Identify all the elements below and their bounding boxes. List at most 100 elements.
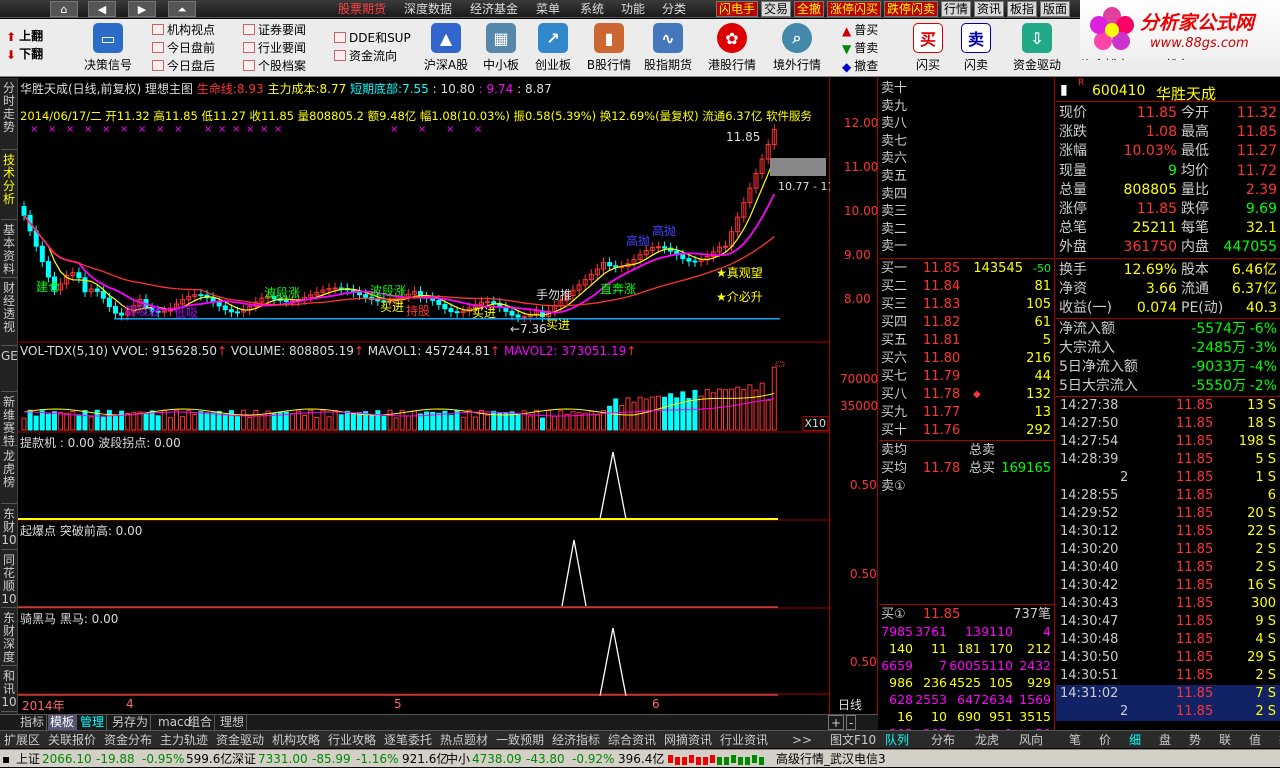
right-tab[interactable]: 联 — [1219, 732, 1231, 748]
func-tab[interactable]: 综合资讯 — [608, 732, 656, 748]
page-down-button[interactable]: ⬇ 下翻 — [6, 45, 43, 63]
ask-row[interactable]: 卖六 — [879, 150, 1055, 168]
hk-stocks-button[interactable]: ✿ 港股行情 — [706, 23, 758, 73]
ask-row[interactable]: 卖四 — [879, 186, 1055, 204]
tab-intraday[interactable]: 分时走势 — [1, 80, 17, 150]
link-institution-view[interactable]: 机构视点 — [152, 21, 215, 39]
link-securities-news[interactable]: 证券要闻 — [243, 21, 306, 39]
bid-row[interactable]: 买九 11.77 13 — [879, 404, 1055, 422]
ask-row[interactable]: 卖三 — [879, 203, 1055, 221]
tab-save-as[interactable]: 另存为 — [110, 715, 152, 730]
func-tab[interactable]: 逐笔委托 — [384, 732, 432, 748]
sell1-queue-row[interactable]: 卖① — [879, 478, 1055, 496]
tab-ideal[interactable]: 理想 — [218, 715, 248, 730]
bid-row[interactable]: 买八 11.78 132 ◆ — [879, 386, 1055, 404]
tick-row[interactable]: 14:28:39 11.85 5 S — [1056, 451, 1280, 469]
normal-buy-button[interactable]: ▲ 普买 — [842, 21, 878, 39]
tick-row[interactable]: 2 11.85 2 S — [1056, 703, 1280, 721]
func-tab[interactable]: >> — [792, 732, 812, 748]
fund-drive-button[interactable]: ⇩ 资金驱动 — [1010, 23, 1064, 73]
ask-row[interactable]: 卖九 — [879, 98, 1055, 116]
tick-row[interactable]: 14:29:52 11.85 20 S — [1056, 505, 1280, 523]
func-tab[interactable]: 机构攻略 — [272, 732, 320, 748]
cancel-all-button[interactable]: 全撤 — [794, 1, 825, 17]
tab-template[interactable]: 模板 — [48, 715, 78, 730]
link-industry-news[interactable]: 行业要闻 — [243, 39, 306, 57]
tab-dragon-tiger[interactable]: 龙虎榜 — [1, 448, 17, 504]
func-tab[interactable]: 资金分布 — [104, 732, 152, 748]
tick-row[interactable]: 14:30:43 11.85 300 — [1056, 595, 1280, 613]
tab-indicator[interactable]: 指标 — [18, 715, 48, 730]
shsz-a-shares-button[interactable]: ▲ 沪深A股 — [422, 23, 470, 73]
menu-category[interactable]: 分类 — [662, 1, 686, 17]
func-tab[interactable]: 资金驱动 — [216, 732, 264, 748]
tick-row[interactable]: 14:30:51 11.85 2 S — [1056, 667, 1280, 685]
tick-row[interactable]: 2 11.85 1 S — [1056, 469, 1280, 487]
index-button[interactable]: 板指 — [1007, 1, 1038, 17]
bid-row[interactable]: 买六 11.80 216 — [879, 350, 1055, 368]
decision-signal-button[interactable]: ▭ 决策信号 — [82, 23, 134, 73]
bid-row[interactable]: 买二 11.84 81 — [879, 278, 1055, 296]
right-tab[interactable]: 队列 — [885, 732, 909, 748]
link-stock-profile[interactable]: 个股档案 — [243, 57, 306, 75]
menu-economy-fund[interactable]: 经济基金 — [470, 1, 518, 17]
tab-finance[interactable]: 财经透视 — [1, 280, 17, 346]
link-today-premarket[interactable]: 今日盘前 — [152, 39, 215, 57]
bid-row[interactable]: 买一 11.85 143545 -50 — [879, 260, 1055, 278]
flash-hand-button[interactable]: 闪电手 — [716, 1, 759, 17]
menu-system[interactable]: 系统 — [580, 1, 604, 17]
flash-sell-button[interactable]: 卖闪卖 — [954, 23, 998, 73]
bid-row[interactable]: 买十 11.76 292 — [879, 422, 1055, 440]
ask-row[interactable]: 卖七 — [879, 133, 1055, 151]
func-tab[interactable]: 热点题材 — [440, 732, 488, 748]
right-tab[interactable]: 细 — [1129, 732, 1141, 748]
gem-board-button[interactable]: ↗ 创业板 — [530, 23, 576, 73]
tab-get[interactable]: GET — [1, 348, 25, 392]
cancel-query-button[interactable]: ◆ 撤查 — [842, 57, 878, 75]
limit-up-buy-button[interactable]: 涨停闪买 — [827, 1, 882, 17]
tick-row[interactable]: 14:28:55 11.85 6 — [1056, 487, 1280, 505]
bid-row[interactable]: 买五 11.81 5 — [879, 332, 1055, 350]
link-fund-flow[interactable]: 资金流向 — [334, 47, 411, 65]
menu-deep-data[interactable]: 深度数据 — [404, 1, 452, 17]
tick-row[interactable]: 14:30:12 11.85 22 S — [1056, 523, 1280, 541]
link-today-postmarket[interactable]: 今日盘后 — [152, 57, 215, 75]
zoom-out-button[interactable]: - — [846, 715, 857, 730]
menu-stocks-futures[interactable]: 股票期货 — [338, 1, 386, 17]
func-tab[interactable]: 一致预期 — [496, 732, 544, 748]
menu-menu[interactable]: 菜单 — [536, 1, 560, 17]
index-futures-button[interactable]: ∿ 股指期货 — [642, 23, 694, 73]
tab-eastmoney-depth[interactable]: 东财深度 — [1, 610, 17, 666]
tab-manage[interactable]: 管理 — [78, 715, 108, 730]
server-name[interactable]: 高级行情_武汉电信3 — [776, 750, 886, 768]
func-tab[interactable]: 行业攻略 — [328, 732, 376, 748]
func-tab[interactable]: 关联报价 — [48, 732, 96, 748]
bid-row[interactable]: 买三 11.83 105 — [879, 296, 1055, 314]
x10-label[interactable]: X10 — [802, 416, 828, 431]
overseas-quotes-button[interactable]: ⌕ 境外行情 — [770, 23, 824, 73]
f10-tab[interactable]: 图文F10 — [830, 732, 876, 748]
page-up-button[interactable]: ⬆ 上翻 — [6, 27, 43, 45]
tick-row[interactable]: 14:27:54 11.85 198 S — [1056, 433, 1280, 451]
ask-row[interactable]: 卖一 — [879, 238, 1055, 256]
func-tab[interactable]: 网摘资讯 — [664, 732, 712, 748]
period-daily-label[interactable]: 日线 — [838, 696, 862, 713]
quotes-button[interactable]: 行情 — [941, 1, 972, 17]
kline-chart-area[interactable]: × × × × × × × × × × × × × × × × × × × 华胜天成(日线,前复权) 理想主图 生命… — [18, 78, 834, 714]
tab-hexun[interactable]: 和讯10 — [1, 668, 17, 712]
bid-row[interactable]: 买四 11.82 61 — [879, 314, 1055, 332]
sme-board-button[interactable]: ▦ 中小板 — [478, 23, 524, 73]
func-tab[interactable]: 经济指标 — [552, 732, 600, 748]
ask-row[interactable]: 卖二 — [879, 221, 1055, 239]
right-tab[interactable]: 值 — [1249, 732, 1261, 748]
right-tab[interactable]: 风向 — [1019, 732, 1043, 748]
bid-row[interactable]: 买七 11.79 44 — [879, 368, 1055, 386]
normal-sell-button[interactable]: ▼ 普卖 — [842, 39, 878, 57]
news-button[interactable]: 资讯 — [974, 1, 1005, 17]
tick-row[interactable]: 14:30:40 11.85 2 S — [1056, 559, 1280, 577]
tick-row[interactable]: 14:31:02 11.85 7 S — [1056, 685, 1280, 703]
tick-row[interactable]: 14:27:50 11.85 18 S — [1056, 415, 1280, 433]
up-arrow-icon[interactable]: ⏶ — [168, 1, 196, 17]
flash-buy-button[interactable]: 买闪买 — [906, 23, 950, 73]
right-tab[interactable]: 龙虎 — [975, 732, 999, 748]
